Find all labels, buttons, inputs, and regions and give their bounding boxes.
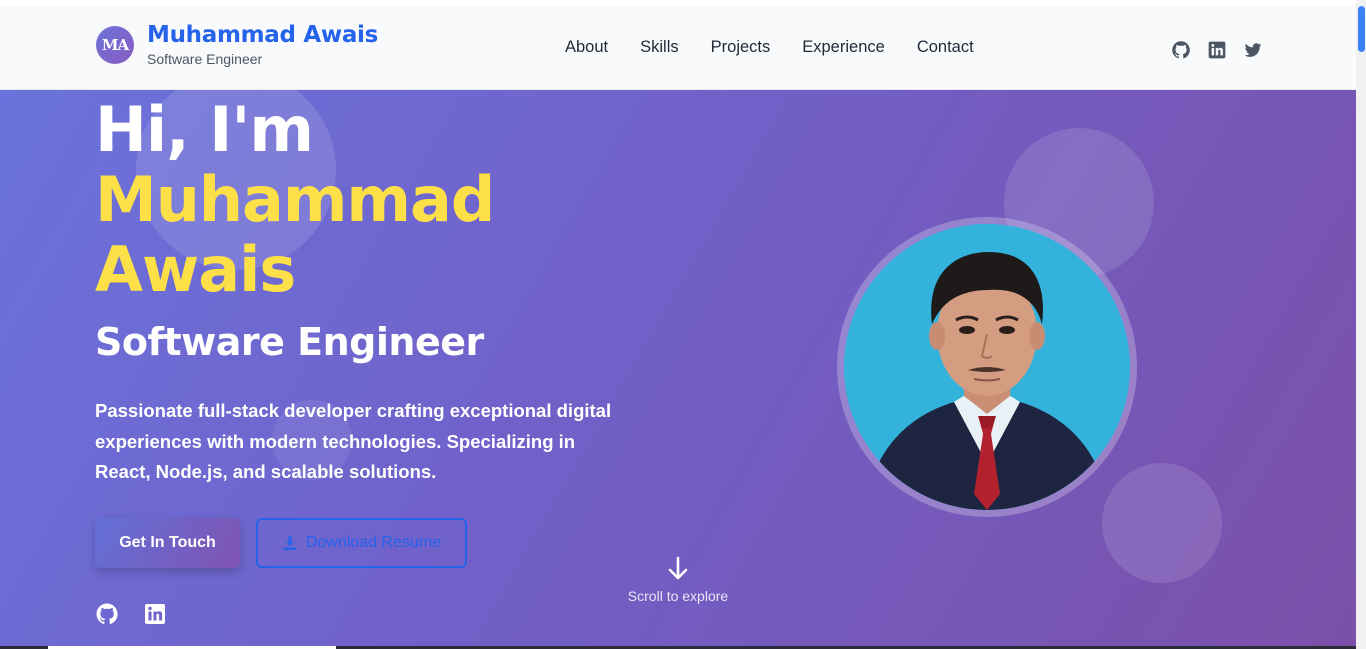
logo: MA	[96, 25, 134, 64]
nav-projects[interactable]: Projects	[711, 38, 771, 57]
scrollbar-thumb[interactable]	[1358, 6, 1365, 52]
linkedin-icon[interactable]	[1207, 40, 1227, 60]
brand-text: Muhammad Awais Software Engineer	[147, 22, 378, 67]
linkedin-icon[interactable]	[143, 602, 167, 626]
nav-about[interactable]: About	[565, 38, 608, 57]
hero-section: Hi, I'm Muhammad Awais Software Engineer…	[0, 90, 1356, 649]
scroll-hint-label: Scroll to explore	[627, 588, 729, 604]
hero-last-name: Awais	[95, 233, 296, 306]
brand[interactable]: MA Muhammad Awais Software Engineer	[96, 22, 378, 67]
arrow-down-icon	[668, 556, 688, 580]
twitter-icon[interactable]	[1243, 40, 1263, 60]
hero-description: Passionate full-stack developer crafting…	[95, 400, 612, 482]
download-resume-button[interactable]: Download Resume	[256, 518, 467, 568]
scroll-hint[interactable]: Scroll to explore	[618, 556, 738, 604]
brand-name: Muhammad Awais	[147, 22, 379, 48]
hero-first-name: Muhammad	[95, 163, 495, 236]
header-social-links	[1171, 40, 1279, 60]
hero-greeting: Hi, I'm	[95, 93, 314, 166]
profile-photo-illustration	[844, 224, 1130, 510]
profile-photo	[844, 224, 1130, 510]
download-icon	[283, 536, 297, 550]
brand-subtitle: Software Engineer	[147, 51, 263, 67]
nav-experience[interactable]: Experience	[802, 38, 885, 57]
hero-role: Software Engineer	[95, 320, 484, 364]
page-scrollbar[interactable]	[1356, 0, 1366, 649]
download-resume-label: Download Resume	[305, 534, 442, 551]
get-in-touch-button[interactable]: Get In Touch	[95, 518, 240, 568]
nav-skills[interactable]: Skills	[640, 38, 679, 57]
github-icon[interactable]	[95, 602, 119, 626]
main-nav: About Skills Projects Experience Contact	[565, 38, 1006, 57]
nav-contact[interactable]: Contact	[917, 38, 974, 57]
profile-photo-frame	[837, 217, 1137, 517]
hero-social-links	[95, 602, 191, 626]
site-header: MA Muhammad Awais Software Engineer Abou…	[0, 6, 1356, 90]
github-icon[interactable]	[1171, 40, 1191, 60]
decorative-circle	[1102, 463, 1222, 583]
